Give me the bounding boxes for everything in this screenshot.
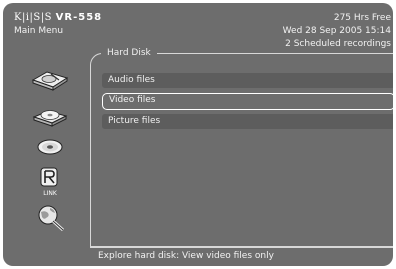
footer-divider bbox=[90, 246, 393, 247]
kiss-logo: K|i|S|S VR-558 bbox=[14, 12, 102, 23]
link-label: LINK bbox=[43, 190, 58, 197]
menu-item-audio-files[interactable]: Audio files bbox=[102, 73, 393, 88]
menu-item-video-files[interactable]: Video files bbox=[102, 93, 393, 110]
internet-globe-icon[interactable] bbox=[36, 203, 66, 233]
date-time: Wed 28 Sep 2005 15:14 bbox=[282, 26, 391, 36]
cd-disc-icon[interactable] bbox=[36, 137, 64, 157]
scheduled-recordings: 2 Scheduled recordings bbox=[285, 39, 391, 49]
dvd-drive-icon[interactable] bbox=[31, 107, 69, 129]
status-panel: 275 Hrs Free Wed 28 Sep 2005 15:14 2 Sch… bbox=[283, 12, 391, 51]
section-title: Hard Disk bbox=[101, 48, 157, 58]
page-title: Main Menu bbox=[14, 26, 64, 36]
help-text: Explore hard disk: View video files only bbox=[98, 251, 274, 261]
main-menu-screen: K|i|S|S VR-558 Main Menu 275 Hrs Free We… bbox=[3, 3, 393, 266]
menu-item-picture-files[interactable]: Picture files bbox=[102, 114, 393, 129]
logo-model: VR-558 bbox=[55, 12, 103, 23]
logo-brand: K|i|S|S bbox=[14, 12, 52, 23]
kiss-link-icon[interactable]: LINK bbox=[39, 167, 61, 197]
hard-disk-icon[interactable] bbox=[31, 68, 69, 92]
free-hours: 275 Hrs Free bbox=[333, 13, 391, 23]
